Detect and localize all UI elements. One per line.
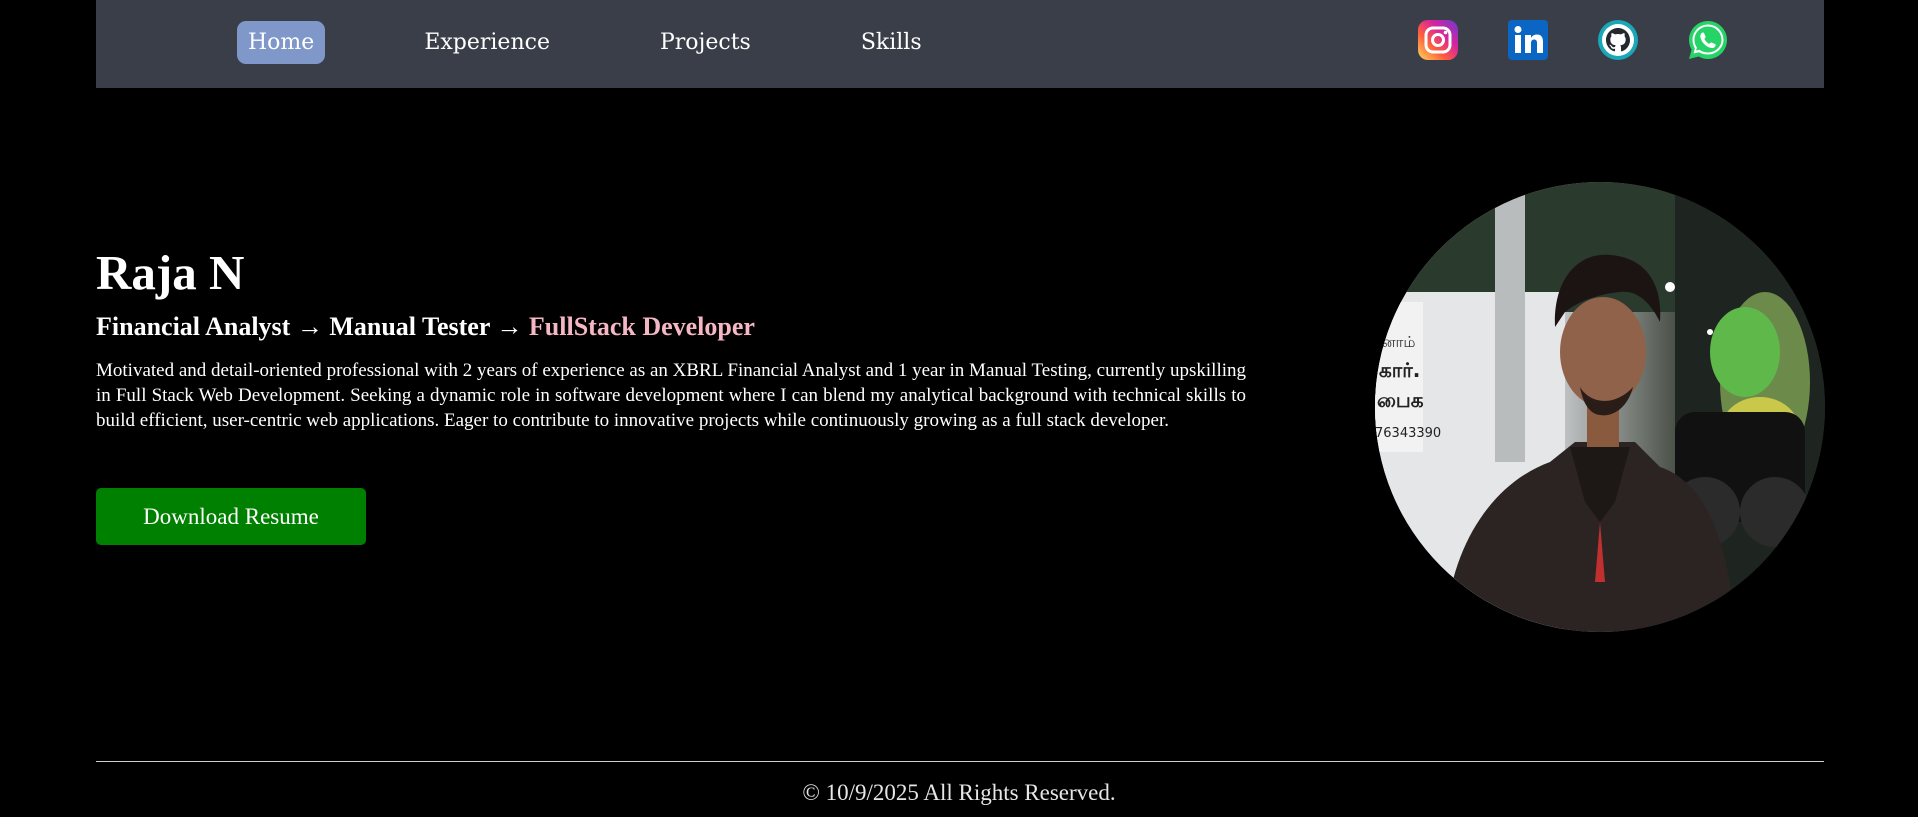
github-icon[interactable]: [1597, 19, 1639, 61]
svg-text:னாம்: னாம்: [1381, 333, 1415, 351]
profile-photo: னாம் கார். பைக 76343390: [1375, 182, 1825, 632]
hero-name: Raja N: [96, 245, 245, 300]
nav-link-experience[interactable]: Experience: [413, 21, 561, 64]
download-resume-button[interactable]: Download Resume: [96, 488, 366, 545]
footer-copyright: © 10/9/2025 All Rights Reserved.: [802, 780, 1116, 805]
nav-links: Home Experience Projects Skills: [237, 21, 933, 64]
hero-description: Motivated and detail-oriented profession…: [96, 360, 1246, 431]
svg-text:76343390: 76343390: [1375, 426, 1441, 441]
hero-section: Raja N Financial Analyst → Manual Tester…: [96, 238, 1246, 433]
nav-link-skills[interactable]: Skills: [850, 21, 933, 64]
whatsapp-icon[interactable]: [1687, 19, 1729, 61]
instagram-icon[interactable]: [1417, 19, 1459, 61]
role-highlight: FullStack Developer: [528, 312, 755, 341]
svg-text:பைக: பைக: [1377, 388, 1424, 412]
linkedin-icon[interactable]: [1507, 19, 1549, 61]
navbar: Home Experience Projects Skills: [96, 0, 1824, 88]
svg-text:கார்.: கார்.: [1379, 358, 1420, 382]
social-links: [1417, 19, 1729, 61]
nav-link-home[interactable]: Home: [237, 21, 326, 64]
footer-divider: [96, 761, 1824, 762]
hero-role: Financial Analyst → Manual Tester → Full…: [96, 310, 1246, 344]
role-prefix: Financial Analyst → Manual Tester →: [96, 312, 529, 341]
nav-link-projects[interactable]: Projects: [649, 21, 762, 64]
